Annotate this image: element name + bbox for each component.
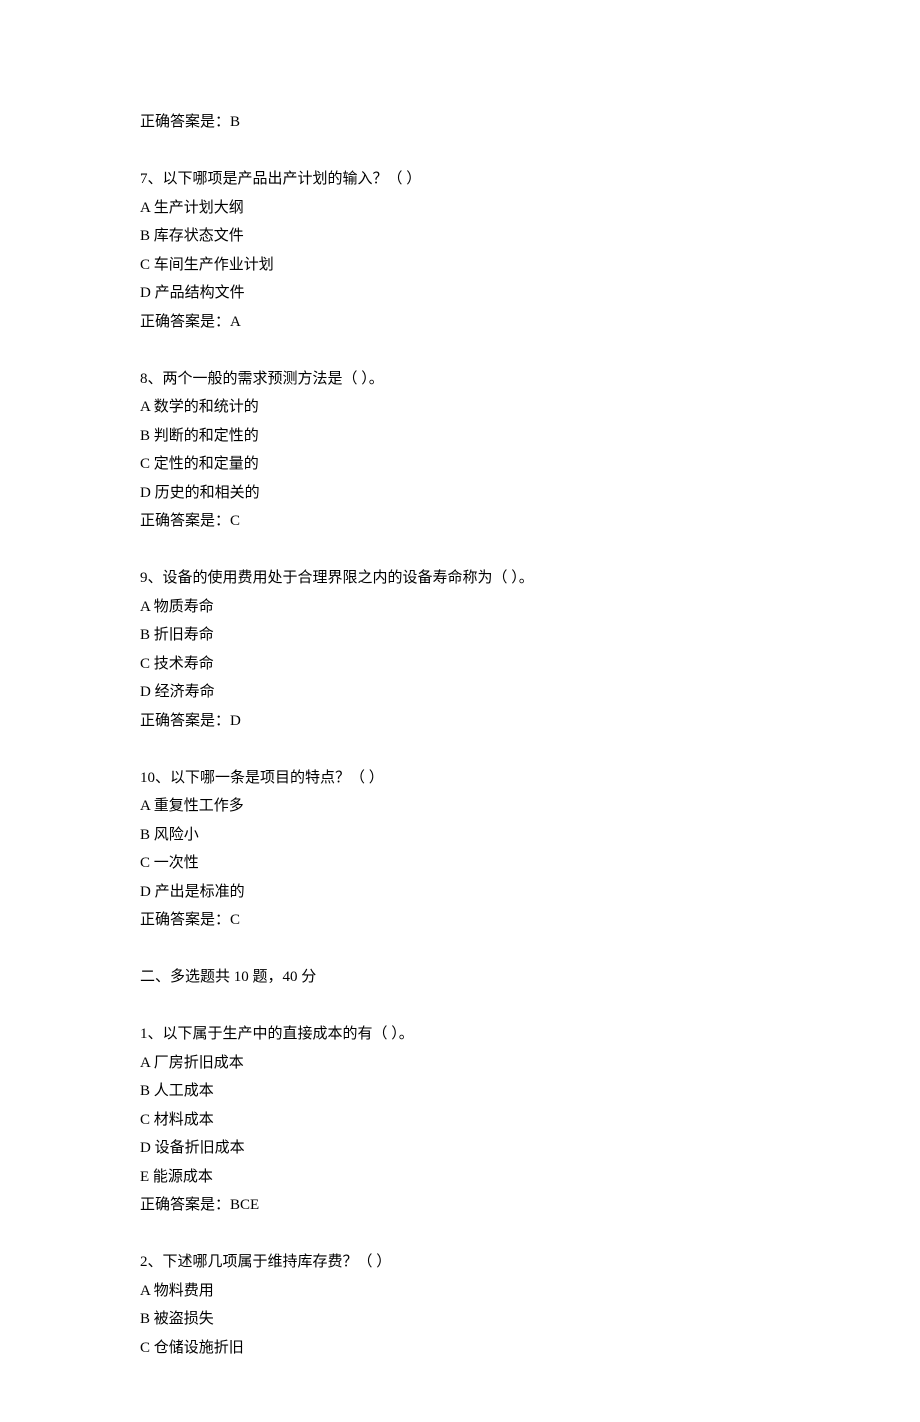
blank-line [140, 1220, 780, 1249]
section-heading: 二、多选题共 10 题，40 分 [140, 963, 780, 992]
blank-line [140, 735, 780, 764]
option: A 重复性工作多 [140, 792, 780, 821]
option: D 产出是标准的 [140, 878, 780, 907]
option: C 车间生产作业计划 [140, 251, 780, 280]
option: A 物料费用 [140, 1277, 780, 1306]
answer-line: 正确答案是：B [140, 108, 780, 137]
answer-line: 正确答案是：C [140, 906, 780, 935]
option: A 厂房折旧成本 [140, 1049, 780, 1078]
question-text: 1、以下属于生产中的直接成本的有（ ）。 [140, 1020, 780, 1049]
answer-line: 正确答案是：D [140, 707, 780, 736]
option: D 设备折旧成本 [140, 1134, 780, 1163]
option: A 物质寿命 [140, 593, 780, 622]
blank-line [140, 536, 780, 565]
option: A 数学的和统计的 [140, 393, 780, 422]
option: B 库存状态文件 [140, 222, 780, 251]
option: C 材料成本 [140, 1106, 780, 1135]
answer-line: 正确答案是：C [140, 507, 780, 536]
option: C 一次性 [140, 849, 780, 878]
option: A 生产计划大纲 [140, 194, 780, 223]
option: B 人工成本 [140, 1077, 780, 1106]
document-page: 正确答案是：B 7、以下哪项是产品出产计划的输入？（ ） A 生产计划大纲 B … [0, 0, 920, 1422]
blank-line [140, 935, 780, 964]
option: D 历史的和相关的 [140, 479, 780, 508]
blank-line [140, 137, 780, 166]
answer-line: 正确答案是：A [140, 308, 780, 337]
option: B 折旧寿命 [140, 621, 780, 650]
option: C 定性的和定量的 [140, 450, 780, 479]
question-text: 10、以下哪一条是项目的特点？（ ） [140, 764, 780, 793]
option: D 经济寿命 [140, 678, 780, 707]
blank-line [140, 992, 780, 1021]
blank-line [140, 336, 780, 365]
option: E 能源成本 [140, 1163, 780, 1192]
answer-line: 正确答案是：BCE [140, 1191, 780, 1220]
option: C 仓储设施折旧 [140, 1334, 780, 1363]
option: B 判断的和定性的 [140, 422, 780, 451]
question-text: 7、以下哪项是产品出产计划的输入？（ ） [140, 165, 780, 194]
question-text: 2、下述哪几项属于维持库存费？（ ） [140, 1248, 780, 1277]
option: B 风险小 [140, 821, 780, 850]
question-text: 9、设备的使用费用处于合理界限之内的设备寿命称为（ ）。 [140, 564, 780, 593]
option: D 产品结构文件 [140, 279, 780, 308]
option: C 技术寿命 [140, 650, 780, 679]
option: B 被盗损失 [140, 1305, 780, 1334]
question-text: 8、两个一般的需求预测方法是（ ）。 [140, 365, 780, 394]
